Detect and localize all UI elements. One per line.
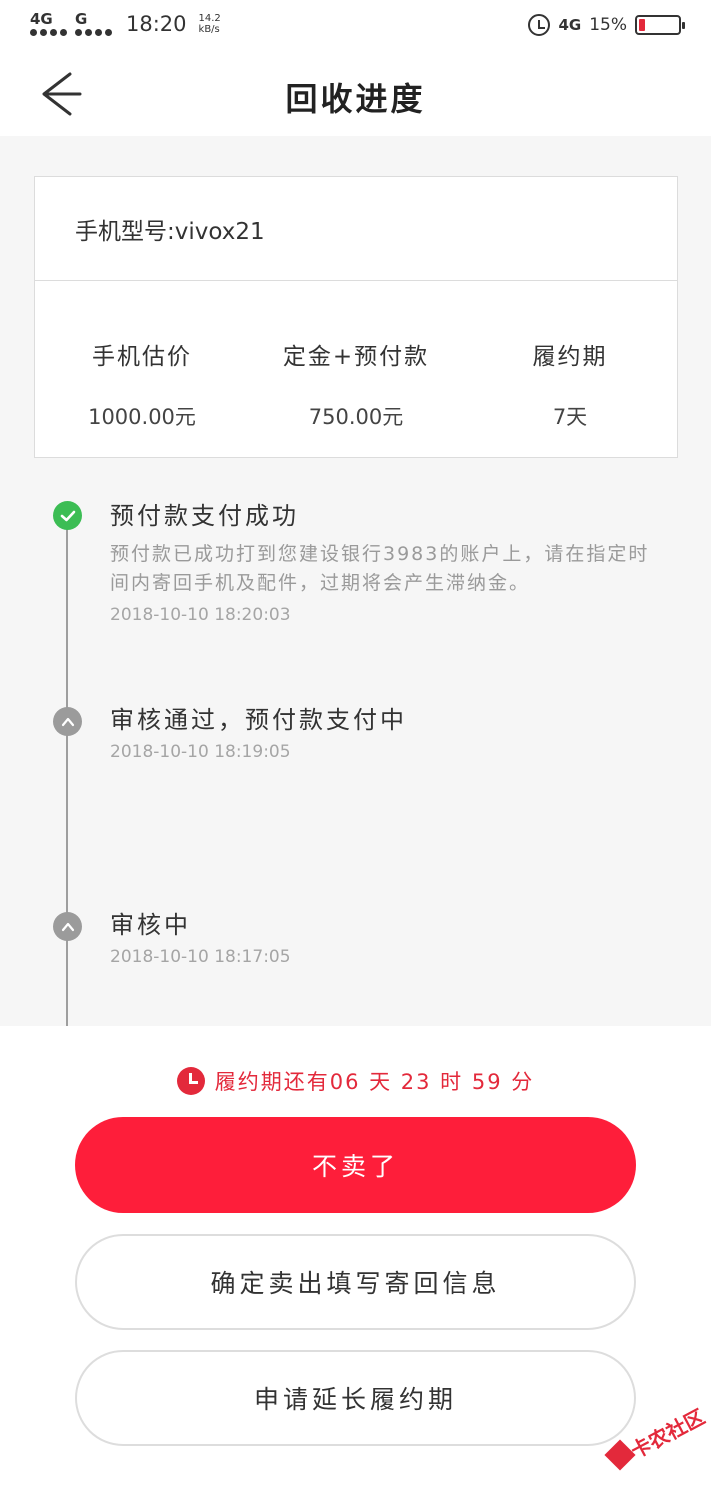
status-bar: 4G G 18:20 14.2 kB/s 4G 15% [0, 0, 711, 56]
recycle-info-card: 手机型号:vivox21 手机估价 1000.00元 定金+预付款 750.00… [34, 176, 678, 458]
stat-value: 750.00元 [308, 405, 404, 429]
network-type: 4G [558, 16, 582, 34]
status-left: 4G G 18:20 14.2 kB/s [30, 12, 221, 36]
app-header: 回收进度 [0, 56, 711, 136]
extend-period-button[interactable]: 申请延长履约期 [75, 1350, 636, 1446]
stat-value: 7天 [552, 405, 588, 429]
watermark-text: 卡农社区 [626, 1404, 709, 1464]
confirm-sale-button[interactable]: 确定卖出填写寄回信息 [75, 1234, 636, 1330]
stat-label: 履约期 [532, 344, 608, 370]
battery-icon [635, 15, 685, 35]
chevron-up-icon [53, 707, 82, 736]
timeline-desc: 预付款已成功打到您建设银行3983的账户上，请在指定时间内寄回手机及配件，过期将… [110, 543, 650, 594]
network-speed-value: 14.2 [198, 13, 221, 24]
stat-period: 履约期 7天 [463, 281, 677, 457]
cancel-sale-button[interactable]: 不卖了 [75, 1117, 636, 1213]
status-right: 4G 15% [528, 14, 685, 36]
signal-bars-icon [30, 29, 67, 36]
battery-fill [639, 19, 645, 31]
timeline-time: 2018-10-10 18:19:05 [110, 742, 291, 762]
sim1-signal: 4G [30, 12, 67, 36]
stat-value: 1000.00元 [88, 405, 196, 429]
network-speed-unit: kB/s [198, 24, 220, 35]
timeline-title: 预付款支付成功 [110, 502, 299, 530]
alarm-clock-icon [528, 14, 551, 36]
check-icon [53, 501, 82, 530]
stat-label: 定金+预付款 [282, 344, 430, 370]
battery-percent: 15% [589, 15, 627, 35]
watermark-logo: 卡农社区 [604, 1404, 709, 1478]
signal-bars-icon [75, 29, 112, 36]
network-speed: 14.2 kB/s [199, 13, 221, 35]
timeline-title: 审核通过，预付款支付中 [110, 706, 407, 734]
sim1-label: 4G [30, 10, 53, 28]
timeline-line [66, 516, 68, 1026]
timeline-title: 审核中 [110, 911, 191, 939]
countdown-text: 履约期还有06 天 23 时 59 分 [214, 1070, 535, 1094]
page-title: 回收进度 [285, 80, 426, 118]
status-time: 18:20 [126, 12, 187, 36]
stat-deposit: 定金+预付款 750.00元 [249, 281, 463, 457]
stat-label: 手机估价 [92, 344, 192, 370]
stats-row: 手机估价 1000.00元 定金+预付款 750.00元 履约期 7天 [35, 281, 677, 457]
timeline-time: 2018-10-10 18:20:03 [110, 605, 291, 625]
clock-icon [176, 1067, 205, 1095]
stat-estimate: 手机估价 1000.00元 [35, 281, 249, 457]
fulfillment-countdown: 履约期还有06 天 23 时 59 分 [0, 1066, 711, 1096]
sim2-signal: G [75, 12, 112, 36]
timeline-time: 2018-10-10 18:17:05 [110, 947, 291, 967]
chevron-up-icon [53, 912, 82, 941]
sim2-label: G [75, 10, 88, 28]
phone-model: 手机型号:vivox21 [35, 177, 677, 281]
